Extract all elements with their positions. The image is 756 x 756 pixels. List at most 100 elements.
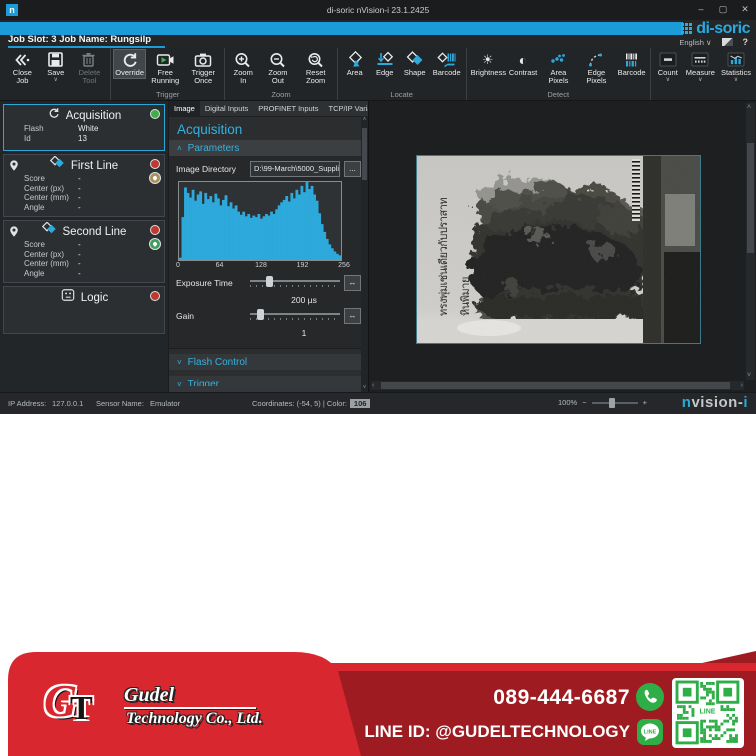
toolbar-group-label	[5, 90, 107, 99]
toolbar-button-label: Area	[347, 69, 363, 77]
tab-image[interactable]: Image	[169, 101, 200, 116]
toolbar-button-label: Brightness	[471, 69, 505, 77]
zoom-in-button[interactable]: +	[643, 398, 647, 407]
row-value: -	[78, 269, 81, 279]
toolbar-button-zoom-out[interactable]: Zoom Out	[260, 50, 295, 86]
scroll-right-icon[interactable]: ›	[741, 381, 743, 390]
toolbar-button-contrast[interactable]: ◐Contrast	[508, 50, 539, 78]
toolbar-button-reset-zoom[interactable]: Reset Zoom	[298, 50, 334, 86]
viewer-horizontal-scrollbar[interactable]: ‹ ›	[371, 381, 744, 390]
reset-zoom-icon	[306, 51, 326, 69]
browse-button[interactable]: ...	[344, 161, 361, 177]
toolbar-button-save[interactable]: Save∨	[42, 50, 70, 84]
section-flash-label: Flash Control	[188, 357, 247, 368]
row-label: Score	[24, 240, 78, 250]
section-flash-control[interactable]: ˅ Flash Control	[169, 354, 368, 370]
row-label: Flash	[24, 124, 78, 134]
panel-scroll-thumb[interactable]	[362, 128, 367, 180]
tab-digital-inputs[interactable]: Digital Inputs	[200, 101, 253, 116]
toolbar-button-count[interactable]: Count∨	[654, 50, 682, 84]
job-slot-label: Job Slot: 3 Job Name: Rungsilp	[8, 34, 165, 48]
toolbar-button-barcode[interactable]: Barcode	[431, 50, 463, 78]
toolbar-button-statistics[interactable]: Statistics∨	[719, 50, 753, 84]
exposure-slider[interactable]	[250, 276, 340, 290]
axis-tick-label: 192	[295, 262, 311, 269]
scroll-down-icon[interactable]: ˅	[747, 371, 751, 380]
free-running-icon	[155, 51, 175, 69]
gain-reset-button[interactable]: ↔	[344, 308, 361, 324]
toolbar-button-edge[interactable]: Edge	[371, 50, 399, 78]
histogram-plot	[178, 181, 342, 261]
minimize-button[interactable]: –	[690, 0, 712, 20]
parameters-body: Image Directory D:\99-March\5000_Supplie…	[169, 156, 368, 349]
tab-profinet-inputs[interactable]: PROFINET Inputs	[253, 101, 323, 116]
collapse-caret-icon: ˅	[177, 358, 182, 367]
toolbar-button-zoom-in[interactable]: Zoom In	[228, 50, 258, 86]
language-row: English ∨ ?	[679, 36, 748, 48]
toolbar-button-edge-pixels[interactable]: Edge Pixels	[578, 50, 614, 86]
sensor-label: Sensor Name:	[96, 399, 144, 408]
exposure-reset-button[interactable]: ↔	[344, 275, 361, 291]
toolbar-button-shape[interactable]: Shape	[401, 50, 429, 78]
viewer-vertical-scrollbar[interactable]: ˄ ˅	[746, 103, 755, 380]
tool-card-second-line[interactable]: Second LineScore-Center (px)-Center (mm)…	[3, 220, 165, 283]
contrast-icon: ◐	[519, 51, 527, 69]
status-dot-red	[150, 225, 160, 235]
gudel-company-name: Gudel	[124, 684, 174, 707]
zoom-slider-thumb[interactable]	[609, 398, 615, 408]
help-button[interactable]: ?	[743, 37, 749, 47]
zoom-slider[interactable]	[592, 402, 638, 404]
language-select[interactable]: English ∨	[679, 38, 711, 47]
toolbar-button-override[interactable]: Override	[114, 50, 145, 78]
card-rows: Score-Center (px)-Center (mm)-Angle-	[8, 240, 160, 278]
line-tool-icon	[42, 222, 58, 241]
axis-tick-label: 64	[212, 262, 228, 269]
scroll-up-icon[interactable]: ˄	[361, 117, 368, 123]
image-directory-row: Image Directory D:\99-March\5000_Supplie…	[176, 161, 361, 177]
gain-slider-thumb[interactable]	[257, 309, 264, 320]
section-parameters[interactable]: ˄ Parameters	[169, 140, 368, 156]
toolbar-button-barcode[interactable]: Barcode	[616, 50, 646, 78]
zoom-out-button[interactable]: −	[582, 398, 586, 407]
toolbar-button-label: Zoom Out	[262, 69, 293, 85]
toolbar-button-area-pixels[interactable]: Area Pixels	[540, 50, 576, 86]
title-bar: n di-soric nVision-i 23.1.2425 – ▢ ✕	[0, 0, 756, 20]
coordinates-readout: Coordinates: (-54, 5) | Color:106	[252, 399, 370, 408]
row-value: 13	[78, 134, 87, 144]
toolbar-button-brightness[interactable]: ☀Brightness	[470, 50, 506, 78]
scroll-left-icon[interactable]: ‹	[372, 381, 374, 390]
viewer-vscroll-thumb[interactable]	[747, 143, 754, 253]
toolbar-button-label: Edge Pixels	[580, 69, 612, 85]
scroll-up-icon[interactable]: ˄	[747, 103, 751, 112]
tool-card-acquisition[interactable]: AcquisitionFlashWhiteId13	[3, 104, 165, 151]
scroll-down-icon[interactable]: ˅	[361, 385, 368, 391]
tool-card-first-line[interactable]: First LineScore-Center (px)-Center (mm)-…	[3, 154, 165, 217]
toolbar-button-area[interactable]: Area	[341, 50, 369, 78]
inspection-image: ทรงพุ่มเช่นเดียวกับปราสาท หินพิมาย	[416, 155, 701, 344]
toolbar-button-free-running[interactable]: Free Running	[147, 50, 183, 86]
toolbar-group-label: Zoom	[228, 90, 333, 99]
toolbar-button-label: Reset Zoom	[300, 69, 332, 85]
tool-card-logic[interactable]: Logic	[3, 286, 165, 334]
gain-slider[interactable]	[250, 309, 340, 323]
panel-tab-bar: ImageDigital InputsPROFINET InputsTCP/IP…	[169, 101, 368, 117]
exposure-slider-thumb[interactable]	[266, 276, 273, 287]
toolbar-button-delete-tool[interactable]: Delete Tool	[72, 50, 107, 86]
toolbar-button-trigger-once[interactable]: Trigger Once	[185, 50, 221, 86]
image-directory-input[interactable]: D:\99-March\5000_Supplier	[250, 161, 340, 177]
close-button[interactable]: ✕	[734, 0, 756, 20]
main-area: AcquisitionFlashWhiteId13First LineScore…	[0, 101, 756, 392]
viewer-hscroll-thumb[interactable]	[381, 382, 730, 389]
image-viewer[interactable]: ทรงพุ่มเช่นเดียวกับปราสาท หินพิมาย ˄ ˅ ‹…	[368, 101, 756, 392]
toolbar-button-measure[interactable]: Measure∨	[684, 50, 717, 84]
row-value: -	[78, 250, 81, 260]
maximize-button[interactable]: ▢	[712, 0, 734, 20]
panel-vertical-scrollbar[interactable]: ˄ ˅	[361, 116, 368, 392]
gudel-logo: G T Gudel Technology Co., Ltd.	[44, 678, 304, 734]
card-rows: FlashWhiteId13	[8, 124, 160, 143]
section-parameters-label: Parameters	[188, 143, 240, 154]
row-label: Angle	[24, 269, 78, 279]
header-bar: di-soric English ∨ ? Job Slot: 3 Job Nam…	[0, 20, 756, 48]
toolbar-button-close-job[interactable]: Close Job	[5, 50, 40, 86]
theme-toggle-icon[interactable]	[722, 38, 733, 46]
